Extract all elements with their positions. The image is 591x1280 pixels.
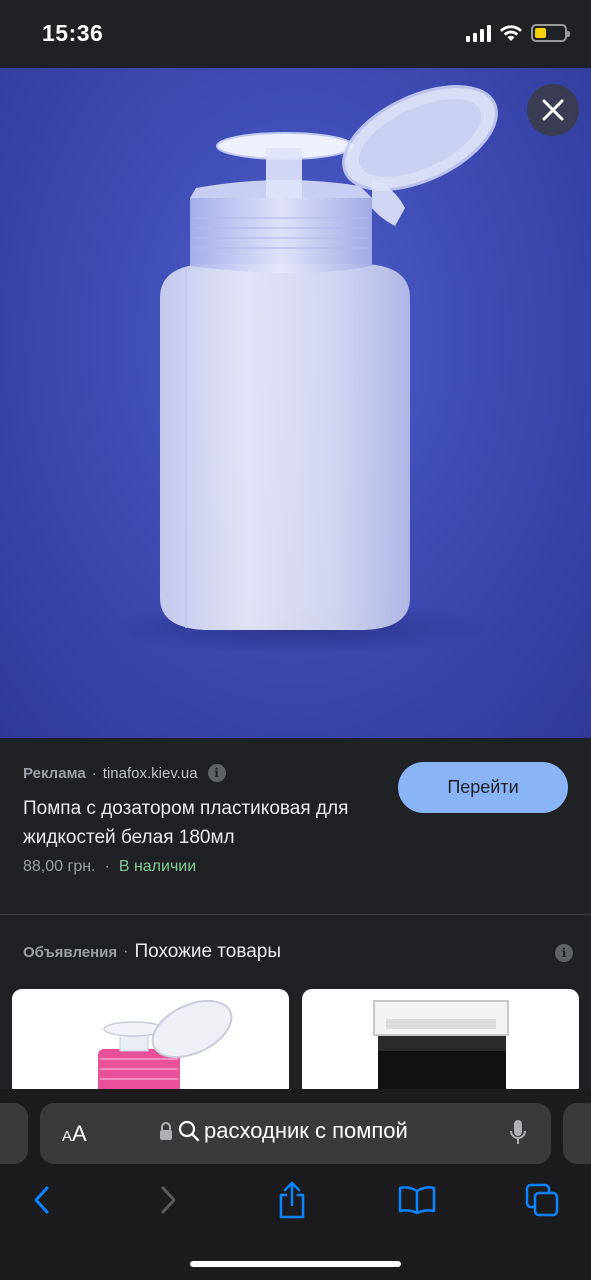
wifi-icon xyxy=(500,25,522,41)
ad-card[interactable]: Реклама · tinafox.kiev.ua i Помпа с доза… xyxy=(0,738,591,914)
divider xyxy=(0,914,591,915)
url-field[interactable]: расходник с помпой xyxy=(158,1118,408,1144)
cellular-signal-icon xyxy=(466,24,491,42)
status-icons xyxy=(466,24,570,42)
info-icon[interactable]: i xyxy=(207,764,226,782)
ad-title[interactable]: Помпа с дозатором пластиковая для жидкос… xyxy=(23,794,373,852)
share-button[interactable] xyxy=(267,1174,317,1226)
home-indicator[interactable] xyxy=(190,1261,401,1267)
similar-header: Объявления · Похожие товары xyxy=(23,941,281,963)
ad-price: 88,00 грн. xyxy=(23,858,96,875)
bookmarks-icon xyxy=(398,1186,436,1215)
search-query: расходник с помпой xyxy=(204,1118,408,1143)
ad-label: Реклама xyxy=(23,764,86,782)
bookmarks-button[interactable] xyxy=(392,1174,442,1226)
previous-tab-peek[interactable] xyxy=(0,1103,28,1164)
close-icon xyxy=(542,99,564,121)
close-button[interactable] xyxy=(527,84,579,136)
back-button[interactable] xyxy=(16,1174,66,1226)
info-icon[interactable]: i xyxy=(555,944,573,962)
back-icon xyxy=(34,1186,49,1214)
text-size-button[interactable]: AA xyxy=(62,1121,87,1147)
stock-status: В наличии xyxy=(118,858,197,875)
address-bar[interactable]: AA расходник с помпой xyxy=(40,1103,551,1164)
forward-icon xyxy=(161,1186,176,1214)
battery-level xyxy=(535,28,547,38)
product-image[interactable] xyxy=(0,68,591,738)
pump-bottle-illustration xyxy=(110,85,498,654)
lock-icon xyxy=(160,1122,172,1140)
separator-dot: · xyxy=(104,858,110,875)
similar-title: Похожие товары xyxy=(134,941,282,962)
ads-label: Объявления xyxy=(23,943,118,961)
microphone-icon[interactable] xyxy=(509,1119,527,1147)
go-button[interactable]: Перейти xyxy=(398,762,568,813)
search-icon xyxy=(178,1120,200,1142)
tabs-icon xyxy=(525,1183,559,1217)
next-tab-peek[interactable] xyxy=(563,1103,591,1164)
status-time: 15:36 xyxy=(42,20,104,46)
separator-dot: · xyxy=(123,943,129,960)
ad-meta: Реклама · tinafox.kiev.ua i xyxy=(23,764,226,782)
browser-toolbar xyxy=(0,1174,591,1226)
battery-icon xyxy=(531,24,570,42)
tabs-button[interactable] xyxy=(517,1174,567,1226)
share-icon xyxy=(279,1181,305,1219)
forward-button[interactable] xyxy=(144,1174,194,1226)
status-bar: 15:36 xyxy=(0,0,591,68)
ad-domain[interactable]: tinafox.kiev.ua xyxy=(103,765,198,782)
separator-dot: · xyxy=(91,764,97,782)
ad-price-row: 88,00 грн. · В наличии xyxy=(23,858,196,876)
